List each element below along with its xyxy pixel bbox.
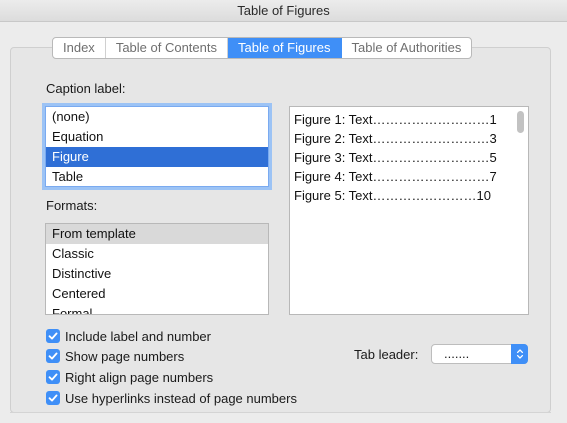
list-item[interactable]: Figure (46, 147, 268, 167)
divider (10, 412, 551, 413)
preview-line: Figure 5: Text……………………10 (294, 188, 491, 203)
list-item[interactable]: Equation (46, 127, 268, 147)
tab-table-of-contents[interactable]: Table of Contents (106, 38, 228, 58)
checkmark-icon[interactable] (46, 329, 60, 343)
preview-scrollbar[interactable] (517, 111, 524, 133)
preview-line: Figure 2: Text………………………3 (294, 131, 497, 146)
tab-table-of-figures[interactable]: Table of Figures (228, 38, 342, 58)
preview-line: Figure 4: Text………………………7 (294, 169, 497, 184)
tab-bar: Index Table of Contents Table of Figures… (52, 37, 473, 59)
tab-table-of-authorities[interactable]: Table of Authorities (342, 38, 472, 58)
list-item[interactable]: (none) (46, 107, 268, 127)
formats-heading: Formats: (46, 198, 98, 213)
up-down-chevron-icon[interactable] (511, 344, 528, 364)
hyperlinks-checkbox-label: Use hyperlinks instead of page numbers (65, 390, 297, 406)
caption-label-heading: Caption label: (46, 81, 126, 96)
list-item[interactable]: Distinctive (46, 264, 268, 284)
preview-line: Figure 3: Text………………………5 (294, 150, 497, 165)
list-item[interactable]: Table (46, 167, 268, 186)
tab-index[interactable]: Index (53, 38, 106, 58)
preview-pane: Figure 1: Text………………………1 Figure 2: Text…… (289, 106, 529, 315)
right-align-option[interactable]: Right align page numbers (46, 368, 213, 386)
window-titlebar: Table of Figures (0, 0, 567, 22)
list-item[interactable]: Classic (46, 244, 268, 264)
tab-leader-value: ....... (444, 346, 470, 361)
checkmark-icon[interactable] (46, 370, 60, 384)
tab-leader-label: Tab leader: (354, 347, 419, 362)
list-item[interactable]: Formal (46, 304, 268, 314)
checkmark-icon[interactable] (46, 391, 60, 405)
tab-leader-select[interactable]: ....... (431, 344, 528, 364)
right-align-checkbox-label: Right align page numbers (65, 369, 214, 385)
caption-label-list[interactable]: (none) Equation Figure Table (45, 106, 269, 187)
show-page-numbers-checkbox-label: Show page numbers (65, 348, 185, 364)
include-label-checkbox-label: Include label and number (65, 328, 211, 344)
show-page-numbers-option[interactable]: Show page numbers (46, 347, 184, 365)
list-item[interactable]: From template (46, 224, 268, 244)
checkmark-icon[interactable] (46, 349, 60, 363)
window-title: Table of Figures (237, 3, 330, 18)
include-label-option[interactable]: Include label and number (46, 327, 211, 345)
list-item[interactable]: Centered (46, 284, 268, 304)
hyperlinks-option[interactable]: Use hyperlinks instead of page numbers (46, 389, 297, 407)
formats-list[interactable]: From template Classic Distinctive Center… (45, 223, 269, 315)
preview-line: Figure 1: Text………………………1 (294, 112, 497, 127)
